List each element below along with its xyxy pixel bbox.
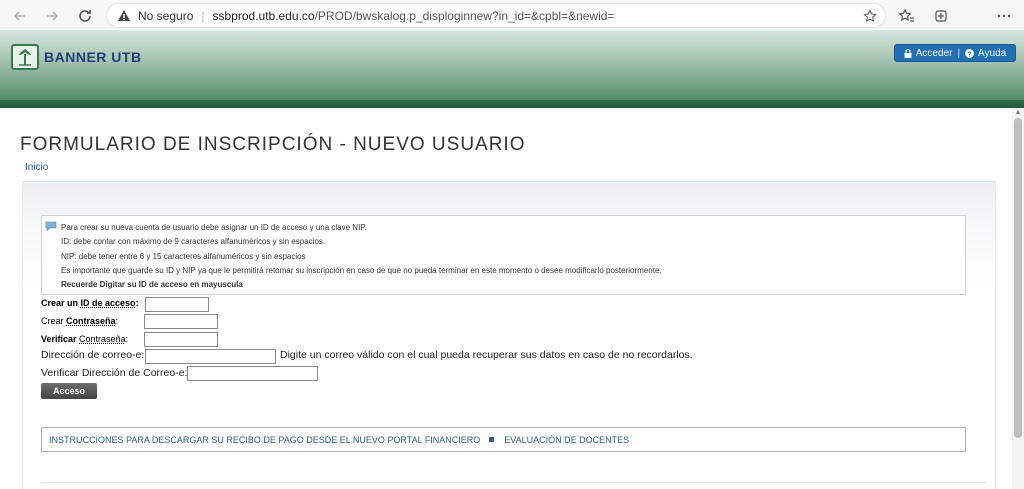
email-label: Dirección de correo-e: [41,349,145,361]
email-hint: Digite un correo válido con el cual pued… [280,349,693,361]
info-line-3: NIP: debe tener entre 6 y 15 caracteres … [61,251,306,261]
footer-divider [41,482,987,483]
site-logo-text[interactable]: BANNER UTB [44,49,142,65]
lock-icon [904,48,912,58]
info-box: Para crear su nueva cuenta de usuario de… [41,215,966,295]
address-bar[interactable]: No seguro | ssbprod.utb.edu.co/PROD/bwsk… [106,3,886,28]
reload-icon[interactable] [73,4,97,28]
teacher-evaluation-link[interactable]: EVALUACIÓN DE DOCENTES [504,435,629,445]
info-line-5: Recuerde Digitar su ID de acceso en mayu… [61,280,243,290]
info-line-2: ID: debe contar con máximo de 9 caracter… [61,237,326,247]
info-line-4: Es importante que guarde su ID y NIP ya … [61,265,662,275]
verify-password-label: Verificar Contraseña: [41,334,129,344]
favorites-icon[interactable] [897,7,915,25]
verify-password-input[interactable] [144,332,218,347]
security-label[interactable]: No seguro [138,9,193,23]
verify-email-label: Verificar Dirección de Correo-e: [41,367,188,379]
url-path: /PROD/bwskalog.p_disploginnew?in_id=&cpb… [314,8,615,23]
create-id-input[interactable] [145,297,209,312]
svg-text:?: ? [967,51,971,58]
collections-icon[interactable] [932,7,950,25]
create-password-label: Crear Contraseña: [41,316,119,326]
scroll-up-icon[interactable]: ▲ [1014,109,1022,117]
page-scrollbar[interactable]: ▲ [1012,108,1024,489]
header-actions: Acceder | ? Ayuda [894,44,1016,62]
help-icon: ? [965,48,975,58]
links-bar: INSTRUCCIONES PARA DESCARGAR SU RECIBO D… [41,427,966,452]
url-host: ssbprod.utb.edu.co [212,8,315,23]
back-icon[interactable] [8,4,32,28]
home-link[interactable]: Inicio [25,162,48,173]
forward-icon[interactable] [40,4,64,28]
favorite-star-icon[interactable] [863,9,877,23]
utb-logo-icon [11,44,39,70]
create-password-input[interactable] [144,314,218,329]
info-line-1: Para crear su nueva cuenta de usuario de… [61,223,367,232]
info-speech-icon [45,221,57,231]
email-input[interactable] [145,349,276,364]
site-header: BANNER UTB Acceder | ? Ayuda [0,31,1024,108]
help-button[interactable]: ? Ayuda [965,48,1006,59]
submit-button[interactable]: Acceso [41,383,97,399]
warning-icon [118,9,130,21]
verify-email-input[interactable] [187,366,318,381]
login-button[interactable]: Acceder [904,48,952,59]
payment-instructions-link[interactable]: INSTRUCCIONES PARA DESCARGAR SU RECIBO D… [49,435,480,445]
create-id-label: Crear un ID de acceso: [41,298,139,308]
browser-toolbar: No seguro | ssbprod.utb.edu.co/PROD/bwsk… [0,0,1024,31]
bullet-icon [489,437,495,442]
more-menu-icon[interactable] [995,7,1013,25]
scroll-thumb[interactable] [1014,118,1022,438]
page-title: FORMULARIO DE INSCRIPCIÓN - NUEVO USUARI… [20,134,526,155]
